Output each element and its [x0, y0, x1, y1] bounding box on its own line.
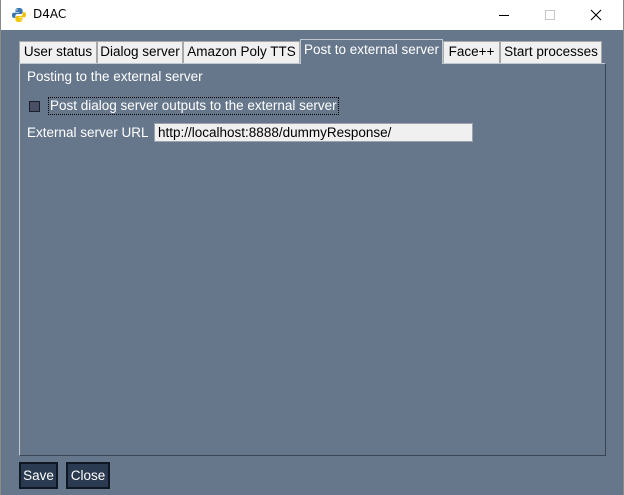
- section-title: Posting to the external server: [27, 69, 203, 84]
- post-outputs-option[interactable]: Post dialog server outputs to the extern…: [29, 97, 339, 115]
- url-label: External server URL: [27, 125, 149, 140]
- close-icon: [590, 9, 602, 21]
- title-bar[interactable]: D4AC: [1, 0, 623, 30]
- maximize-icon: [545, 10, 555, 20]
- tab-dialog-server[interactable]: Dialog server: [97, 41, 183, 63]
- minimize-button[interactable]: [481, 0, 527, 30]
- tab-start-processes[interactable]: Start processes: [500, 41, 602, 63]
- app-window: D4AC User status Dialog server Amazon Po…: [0, 0, 624, 495]
- save-button[interactable]: Save: [19, 462, 58, 489]
- maximize-button[interactable]: [527, 0, 573, 30]
- external-server-url-input[interactable]: [154, 123, 473, 142]
- tab-panel: Posting to the external server Post dial…: [19, 63, 606, 456]
- post-outputs-checkbox[interactable]: [29, 100, 40, 112]
- tab-post-to-external-server[interactable]: Post to external server: [300, 39, 443, 64]
- tab-user-status[interactable]: User status: [19, 41, 97, 63]
- window-title: D4AC: [33, 7, 67, 21]
- minimize-icon: [499, 15, 509, 16]
- python-icon: [12, 8, 26, 22]
- tab-face-plus-plus[interactable]: Face++: [443, 41, 500, 63]
- tab-amazon-poly-tts[interactable]: Amazon Poly TTS: [183, 41, 300, 63]
- close-window-button[interactable]: [573, 0, 619, 30]
- close-button[interactable]: Close: [66, 462, 110, 489]
- post-outputs-label[interactable]: Post dialog server outputs to the extern…: [48, 97, 339, 115]
